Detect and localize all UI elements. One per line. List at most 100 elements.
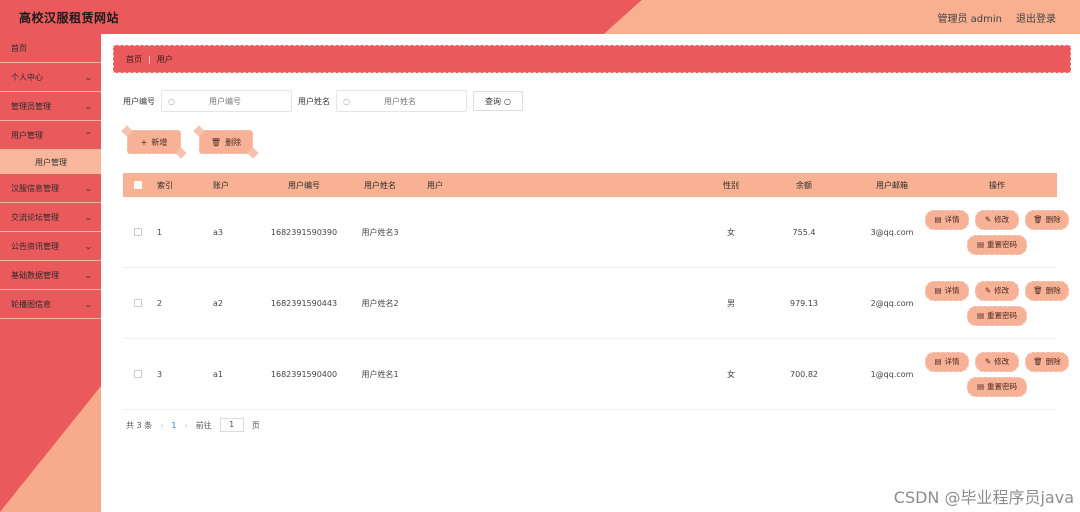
logout-link[interactable]: 退出登录 xyxy=(1016,10,1056,25)
row-checkbox[interactable] xyxy=(134,228,142,236)
search-button-label: 查询 xyxy=(485,96,501,106)
detail-button[interactable]: ▤ 详情 xyxy=(925,280,969,301)
pencil-icon: ✎ xyxy=(984,215,992,224)
sidebar-item-user-manage[interactable]: 用户管理 ⌃ xyxy=(0,121,101,150)
submenu-item-user-manage[interactable]: 用户管理 xyxy=(0,150,101,174)
cell-index: 1 xyxy=(157,227,163,237)
user-no-input[interactable] xyxy=(174,96,275,106)
reset-password-label: 重置密码 xyxy=(987,240,1018,249)
chevron-down-icon: ⌄ xyxy=(83,270,94,280)
goto-label: 前往 xyxy=(195,420,212,430)
sidebar-item-profile[interactable]: 个人中心 ⌄ xyxy=(0,63,101,92)
row-actions: ▤ 详情 ✎ 修改 🗑 删除 ▤ 重置密码 xyxy=(917,209,1077,255)
delete-button[interactable]: 🗑 删除 xyxy=(1025,280,1069,301)
header-account: 账户 xyxy=(213,180,229,190)
delete-label: 删除 xyxy=(1045,286,1061,295)
cell-balance: 700.82 xyxy=(790,369,818,379)
delete-button[interactable]: 🗑 删除 xyxy=(1025,209,1069,230)
breadcrumb-home[interactable]: 首页 xyxy=(126,54,142,65)
cell-user-no: 1682391590400 xyxy=(270,369,338,379)
user-no-search-box: ○ xyxy=(161,90,292,112)
header-index: 索引 xyxy=(157,180,173,190)
watermark: CSDN @毕业程序员java xyxy=(893,488,1074,507)
cell-account: a2 xyxy=(213,298,223,308)
sidebar-item-label: 基础数据管理 xyxy=(11,270,59,280)
search-icon: ○ xyxy=(343,96,350,106)
trash-icon: 🗑 xyxy=(1033,357,1043,366)
sidebar: 首页 个人中心 ⌄ 管理员管理 ⌄ 用户管理 ⌃ 用户管理 汉服信息管理 ⌄ 交… xyxy=(0,34,101,512)
pencil-icon: ✎ xyxy=(984,357,992,366)
delete-button[interactable]: 🗑 删除 xyxy=(1025,351,1069,372)
top-header: 高校汉服租赁网站 管理员 admin 退出登录 xyxy=(0,0,1080,34)
search-icon: ○ xyxy=(168,96,175,106)
edit-label: 修改 xyxy=(994,357,1010,366)
admin-label[interactable]: 管理员 admin xyxy=(937,10,1002,25)
search-bar: 用户编号 ○ 用户姓名 ○ 查询 ○ xyxy=(123,90,523,112)
reset-password-button[interactable]: ▤ 重置密码 xyxy=(967,376,1027,397)
user-name-input[interactable] xyxy=(349,96,450,106)
add-button[interactable]: + 新增 xyxy=(127,130,181,154)
header-email: 用户邮箱 xyxy=(876,180,908,190)
page-number-current[interactable]: 1 xyxy=(171,421,176,430)
cell-index: 2 xyxy=(157,298,163,308)
edit-button[interactable]: ✎ 修改 xyxy=(975,280,1019,301)
cell-account: a1 xyxy=(213,369,223,379)
row-actions: ▤ 详情 ✎ 修改 🗑 删除 ▤ 重置密码 xyxy=(917,280,1077,326)
row-checkbox[interactable] xyxy=(134,370,142,378)
sidebar-item-forum-manage[interactable]: 交流论坛管理 ⌄ xyxy=(0,203,101,232)
user-name-label: 用户姓名 xyxy=(298,96,330,106)
action-toolbar: + 新增 🗑 删除 xyxy=(127,130,253,154)
cell-balance: 979.13 xyxy=(790,298,818,308)
batch-delete-button[interactable]: 🗑 删除 xyxy=(199,130,253,154)
pencil-icon: ✎ xyxy=(984,286,992,295)
delete-label: 删除 xyxy=(1045,357,1061,366)
chevron-down-icon: ⌄ xyxy=(83,241,94,251)
site-title: 高校汉服租赁网站 xyxy=(19,11,120,25)
search-icon: ○ xyxy=(504,96,511,106)
detail-button[interactable]: ▤ 详情 xyxy=(925,209,969,230)
delete-label: 删除 xyxy=(1045,215,1061,224)
cell-balance: 755.4 xyxy=(792,227,816,237)
chevron-down-icon: ⌄ xyxy=(83,299,94,309)
header-user-no: 用户编号 xyxy=(288,180,320,190)
header-background xyxy=(0,0,1080,34)
sidebar-item-home[interactable]: 首页 xyxy=(0,34,101,63)
table-header: 索引 账户 用户编号 用户姓名 用户 性别 余额 用户邮箱 操作 xyxy=(123,173,1057,197)
main-content: 首页 | 用户 用户编号 ○ 用户姓名 ○ 查询 ○ + 新增 🗑 删除 xyxy=(101,34,1080,512)
document-icon: ▤ xyxy=(976,311,985,320)
chevron-up-icon: ⌃ xyxy=(83,130,94,140)
edit-button[interactable]: ✎ 修改 xyxy=(975,351,1019,372)
header-user: 用户 xyxy=(427,180,443,190)
add-button-label: 新增 xyxy=(151,137,168,147)
chevron-down-icon: ⌄ xyxy=(83,72,94,82)
document-icon: ▤ xyxy=(976,240,985,249)
reset-password-button[interactable]: ▤ 重置密码 xyxy=(967,234,1027,255)
cell-sex: 男 xyxy=(727,298,735,308)
search-button[interactable]: 查询 ○ xyxy=(473,91,523,111)
document-icon: ▤ xyxy=(934,215,942,224)
sidebar-item-base-data[interactable]: 基础数据管理 ⌄ xyxy=(0,261,101,290)
sidebar-item-hanfu-manage[interactable]: 汉服信息管理 ⌄ xyxy=(0,174,101,203)
sidebar-item-admin-manage[interactable]: 管理员管理 ⌄ xyxy=(0,92,101,121)
page-unit-label: 页 xyxy=(251,420,260,430)
cell-user-name: 用户姓名1 xyxy=(361,369,399,379)
cell-sex: 女 xyxy=(727,369,735,379)
goto-page-input[interactable]: 1 xyxy=(219,418,244,432)
detail-button[interactable]: ▤ 详情 xyxy=(925,351,969,372)
sidebar-item-label: 管理员管理 xyxy=(11,101,51,111)
reset-password-button[interactable]: ▤ 重置密码 xyxy=(967,305,1027,326)
trash-icon: 🗑 xyxy=(1033,286,1043,295)
select-all-checkbox[interactable] xyxy=(134,181,142,189)
document-icon: ▤ xyxy=(934,286,942,295)
cell-user-name: 用户姓名3 xyxy=(361,227,399,237)
pagination: 共 3 条 ‹ 1 › 前往 1 页 xyxy=(126,418,260,432)
chevron-right-icon[interactable]: › xyxy=(184,421,187,430)
detail-label: 详情 xyxy=(944,286,960,295)
edit-button[interactable]: ✎ 修改 xyxy=(975,209,1019,230)
trash-icon: 🗑 xyxy=(210,137,222,147)
chevron-left-icon[interactable]: ‹ xyxy=(160,421,163,430)
sidebar-item-carousel[interactable]: 轮播图信息 ⌄ xyxy=(0,290,101,319)
row-checkbox[interactable] xyxy=(134,299,142,307)
sidebar-item-news-manage[interactable]: 公告资讯管理 ⌄ xyxy=(0,232,101,261)
detail-label: 详情 xyxy=(944,357,960,366)
